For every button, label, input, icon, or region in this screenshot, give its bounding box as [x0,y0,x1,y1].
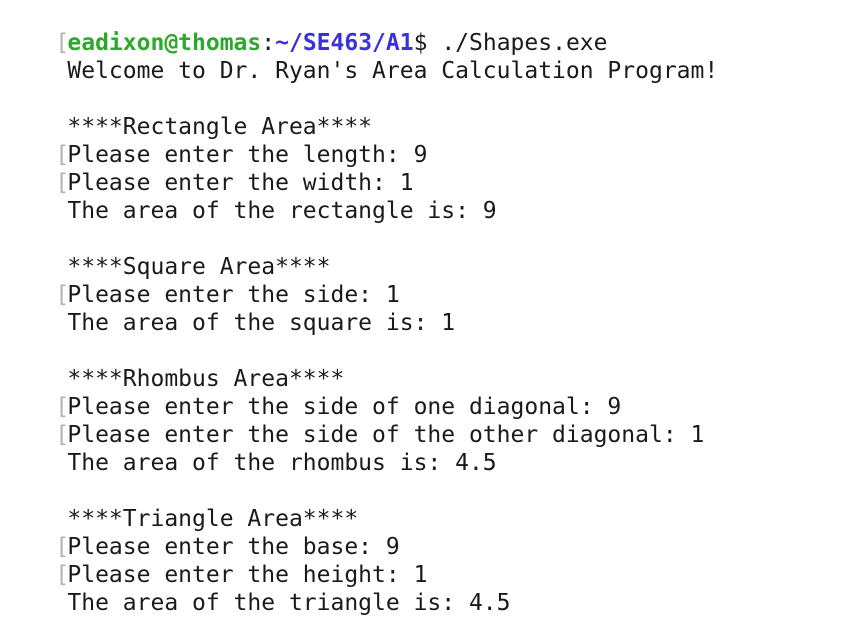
rhombus-result: The area of the rhombus is: 4.5 [67,450,497,476]
rhombus-diagonal1-line: [Please enter the side of one diagonal: … [0,365,621,420]
cut-off-output-glyphs [12,611,252,622]
square-result-line: The area of the square is: 1 [0,281,455,336]
welcome-text: Welcome to Dr. Ryan's Area Calculation P… [67,58,719,84]
triangle-height-line: [Please enter the height: 1 [0,533,427,588]
welcome-line: Welcome to Dr. Ryan's Area Calculation P… [0,29,718,84]
rectangle-length-line: [Please enter the length: 9 [0,113,427,168]
rhombus-header-line: ****Rhombus Area**** [0,337,344,392]
triangle-result-line: The area of the triangle is: 4.5 [0,561,510,616]
rectangle-header-line: ****Rectangle Area**** [0,85,372,140]
terminal-window[interactable]: [eadixon@thomas:~/SE463/A1$ ./Shapes.exe… [0,0,858,622]
square-header-line: ****Square Area**** [0,225,330,280]
shell-prompt-line: [eadixon@thomas:~/SE463/A1$ ./Shapes.exe [0,1,607,56]
cut-off-output-line [12,611,252,622]
rhombus-diagonal2-line: [Please enter the side of the other diag… [0,393,704,448]
square-side-line: [Please enter the side: 1 [0,253,399,308]
rectangle-result-line: The area of the rectangle is: 9 [0,169,496,224]
rectangle-width-line: [Please enter the width: 1 [0,141,413,196]
triangle-header-line: ****Triangle Area**** [0,477,358,532]
triangle-base-line: [Please enter the base: 9 [0,505,399,560]
rectangle-result: The area of the rectangle is: 9 [67,198,497,224]
square-result: The area of the square is: 1 [67,310,456,336]
rhombus-result-line: The area of the rhombus is: 4.5 [0,421,496,476]
